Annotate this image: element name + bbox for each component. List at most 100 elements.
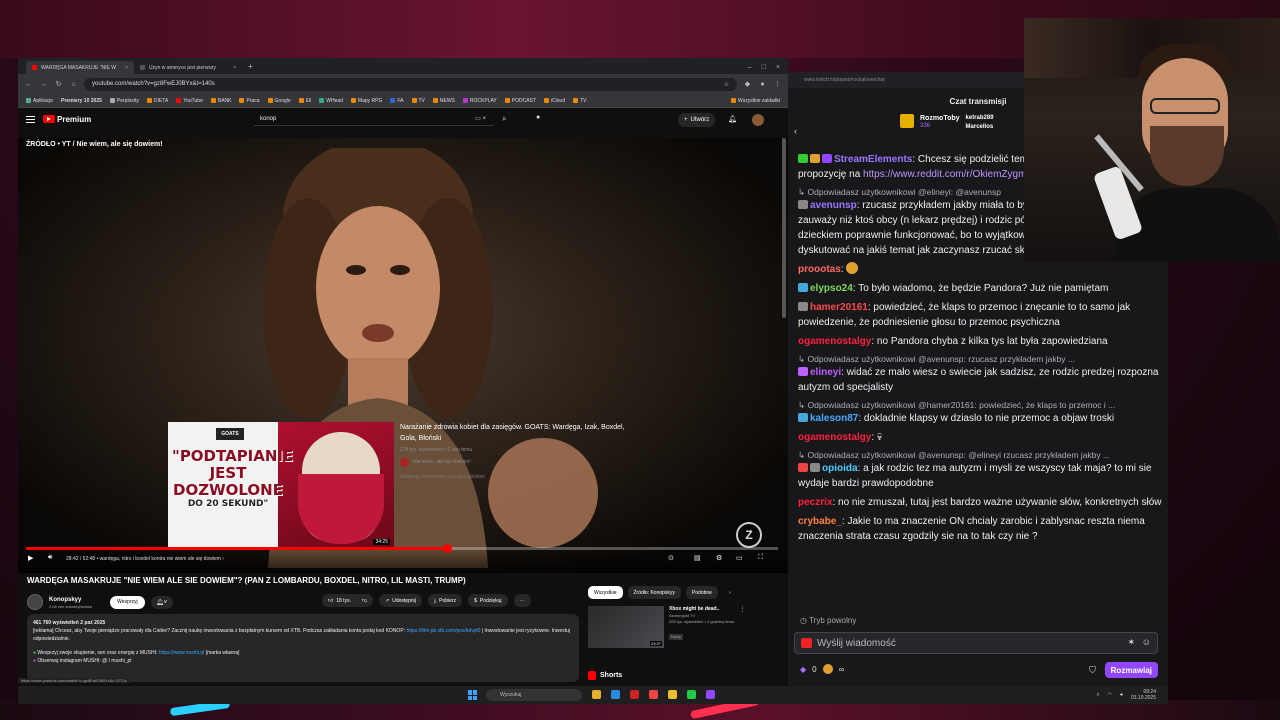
windows-start-icon[interactable]: [468, 690, 478, 700]
clock[interactable]: 09:24 03.10.2025: [1131, 689, 1156, 701]
chrome-icon[interactable]: [649, 690, 658, 699]
tray-arrow-icon[interactable]: ˄: [1097, 692, 1100, 698]
chat-username[interactable]: ogamenostalgy: [798, 336, 871, 347]
subtitles-icon[interactable]: ▤: [694, 554, 701, 562]
download-button[interactable]: ⤓ Pobierz: [427, 594, 463, 607]
star-icon[interactable]: ☆: [724, 81, 729, 88]
channel-name[interactable]: Konopskyy: [49, 596, 92, 604]
bookmark-item[interactable]: WHead: [319, 98, 343, 104]
bookmark-item[interactable]: Mapy RPG: [350, 98, 382, 104]
reply-context[interactable]: ↳ Odpowiadasz użytkownikowi @avenunsp: @…: [798, 449, 1164, 461]
share-button[interactable]: ↗ Udostępnij: [379, 594, 422, 607]
url-field[interactable]: youtube.com/watch?v=gz8FwEJ0BYx&t=140s ☆: [84, 77, 737, 91]
shield-icon[interactable]: ⛉: [1089, 665, 1096, 676]
chip-all[interactable]: Wszystkie: [588, 586, 623, 599]
browser-tab[interactable]: WARDĘGA MASAKRUJE "NIE W ×: [26, 61, 134, 74]
bookmark-item[interactable]: TV: [573, 98, 587, 104]
bookmark-item[interactable]: PODCAST: [504, 98, 536, 104]
chat-send-button[interactable]: Rozmawiaj: [1104, 662, 1158, 678]
taskbar-search[interactable]: Wyszukaj: [486, 689, 582, 701]
subscription-bell-icon[interactable]: 🔔︎˅: [150, 595, 173, 609]
spotify-icon[interactable]: [687, 690, 696, 699]
leader-others[interactable]: ketrab289 Marcellos: [966, 114, 994, 132]
more-options-icon[interactable]: ⋮: [739, 606, 745, 650]
chips-next-icon[interactable]: ›: [723, 586, 737, 599]
close-icon[interactable]: ×: [125, 65, 128, 71]
video-player[interactable]: [18, 138, 788, 573]
chip-similar[interactable]: Podobne: [685, 586, 718, 599]
channel-points[interactable]: ◆ 0 ∞: [800, 664, 844, 674]
avatar[interactable]: [752, 114, 764, 126]
fullscreen-icon[interactable]: ⛶: [758, 554, 763, 562]
browser-tab[interactable]: Uzyn w ameryce jest pierwszy ×: [134, 61, 242, 74]
create-button[interactable]: + Utwórz: [678, 113, 716, 127]
like-button[interactable]: 👍︎ 18 tys. 👎︎: [322, 594, 374, 607]
file-explorer-icon[interactable]: [592, 690, 601, 699]
bookmark-item[interactable]: Ell: [298, 98, 311, 104]
settings-gear-icon[interactable]: ⚙: [716, 554, 722, 562]
bookmark-item[interactable]: Google: [267, 98, 291, 104]
leader-first[interactable]: RozmoToby 336: [920, 114, 960, 132]
profile-icon[interactable]: ●: [758, 80, 767, 89]
bookmark-item[interactable]: ROCKPLAY: [462, 98, 497, 104]
description-link[interactable]: https://www.mushi.pl: [159, 650, 205, 656]
back-arrow-icon[interactable]: ←: [24, 80, 33, 89]
progress-bar[interactable]: [26, 544, 778, 553]
play-icon[interactable]: ▶: [28, 554, 33, 562]
maximize-icon[interactable]: □: [762, 64, 766, 71]
reload-icon[interactable]: ↻: [54, 80, 63, 89]
volume-icon[interactable]: 🔊︎: [48, 554, 52, 562]
chat-username[interactable]: crybabe_: [798, 516, 842, 527]
chat-username[interactable]: opioida: [822, 463, 858, 474]
home-icon[interactable]: ⌂: [69, 80, 78, 89]
recommended-video[interactable]: 23:37 Xbox might be dead.. Asmongold TV …: [588, 606, 788, 650]
overlay-thumbnail[interactable]: GOATS "PODTAPIANIE JEST DOZWOLONE DO 20 …: [168, 422, 394, 548]
support-button[interactable]: Wesprzyj: [110, 595, 145, 609]
more-actions-icon[interactable]: ⋯: [513, 594, 531, 607]
bookmark-item[interactable]: FA: [390, 98, 404, 104]
chat-username[interactable]: hamer20161: [810, 302, 868, 313]
notifications-bell-icon[interactable]: 🔔︎: [728, 115, 737, 123]
chat-username[interactable]: elypso24: [810, 283, 853, 294]
hamburger-menu-icon[interactable]: [26, 115, 35, 123]
obs-icon[interactable]: [706, 690, 715, 699]
emote-picker-icon[interactable]: ☺: [1142, 637, 1151, 647]
minimize-icon[interactable]: –: [748, 64, 752, 71]
menu-dots-icon[interactable]: ⋮: [773, 80, 782, 89]
autoplay-toggle[interactable]: ⊙: [668, 554, 674, 562]
chat-username[interactable]: kaleson87: [810, 413, 858, 424]
notes-icon[interactable]: [668, 690, 677, 699]
bookmark-item[interactable]: NEWS: [432, 98, 455, 104]
bookmark-item[interactable]: iCloud: [543, 98, 565, 104]
wifi-icon[interactable]: ◠: [1107, 692, 1111, 698]
page-scrollbar[interactable]: [782, 138, 786, 318]
chat-username[interactable]: StreamElements: [834, 154, 912, 165]
collapse-arrow-icon[interactable]: ‹: [794, 126, 797, 136]
chat-link[interactable]: https://www.reddit.com/r/OkiemZygmunta: [863, 169, 1046, 180]
chapter-title[interactable]: wardęga, nitro i boxdel kontra nie wiem …: [100, 556, 221, 562]
chat-username[interactable]: peczrix: [798, 497, 832, 508]
bookmark-item[interactable]: DIETA: [146, 98, 168, 104]
thanks-button[interactable]: $ Podziękuj: [468, 594, 508, 607]
reply-context[interactable]: ↳ Odpowiadasz użytkownikowi @hamer20161:…: [798, 399, 1164, 411]
forward-arrow-icon[interactable]: →: [39, 80, 48, 89]
new-tab-button[interactable]: +: [242, 62, 259, 74]
bookmark-item[interactable]: YouTube: [176, 98, 203, 104]
close-window-icon[interactable]: ×: [776, 64, 780, 71]
microphone-icon[interactable]: ●: [536, 114, 540, 121]
chip-source[interactable]: Źródło: Konopskyy: [627, 586, 681, 599]
chat-username[interactable]: elineyi: [810, 367, 841, 378]
chat-username[interactable]: ogamenostalgy: [798, 432, 871, 443]
description-link[interactable]: https://link-pb.xtb.com/pso/kdvpi0: [406, 628, 480, 634]
bits-icon[interactable]: ✶: [1127, 637, 1135, 648]
close-icon[interactable]: ×: [233, 65, 236, 71]
clear-search-icon[interactable]: ▭ ×: [475, 115, 486, 122]
chat-username[interactable]: avenunsp: [810, 200, 857, 211]
bookmark-item[interactable]: BANK: [210, 98, 231, 104]
edge-icon[interactable]: [611, 690, 620, 699]
extension-icon[interactable]: ◆: [743, 80, 752, 89]
overlay-suggestion[interactable]: Narażanie zdrowia kobiet dla zasięgów. G…: [400, 422, 640, 483]
all-bookmarks[interactable]: Wszystkie zakładki: [731, 98, 780, 104]
reply-context[interactable]: ↳ Odpowiadasz użytkownikowi @avenunsp: r…: [798, 353, 1164, 365]
miniplayer-icon[interactable]: ▭: [736, 554, 743, 562]
